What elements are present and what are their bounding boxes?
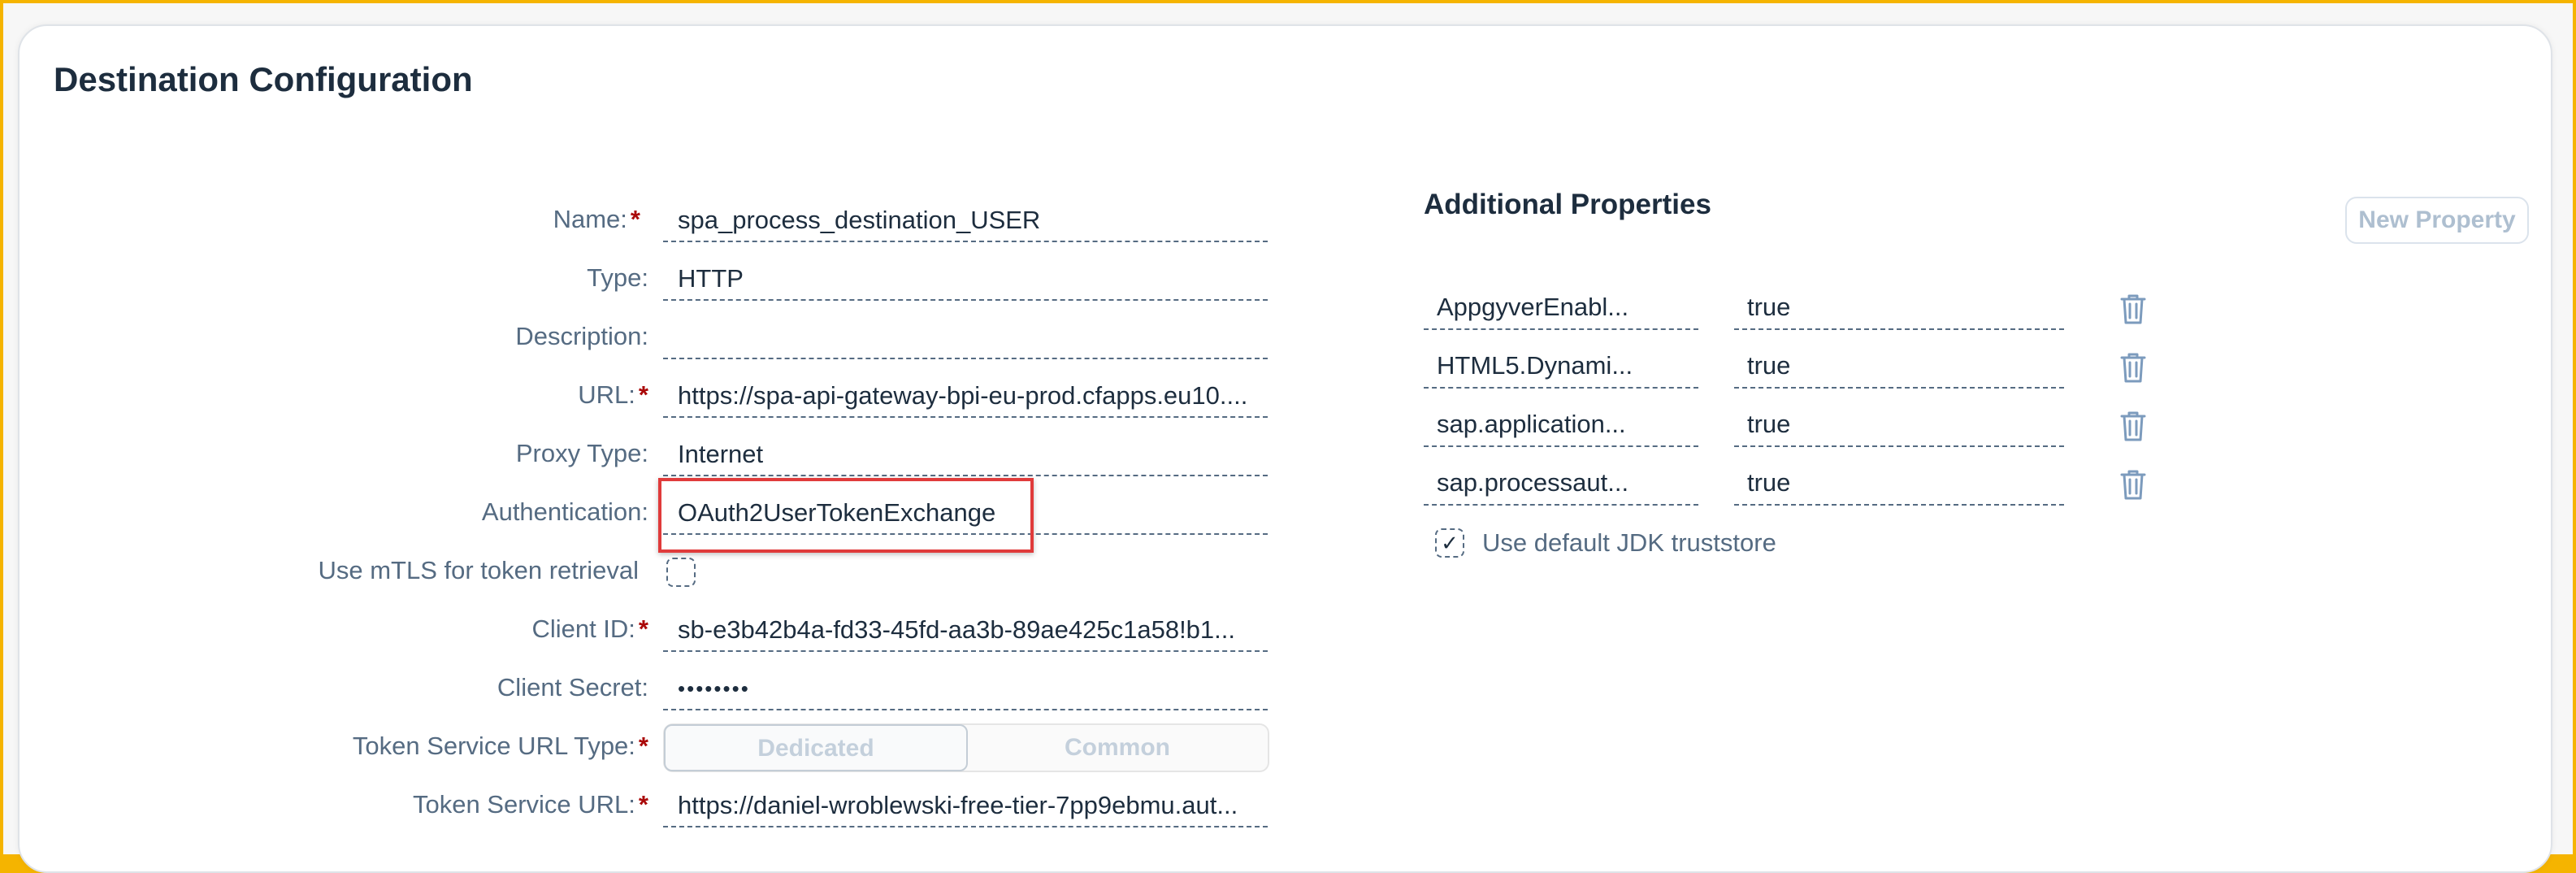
property-row: sap.processaut... true bbox=[0, 454, 2576, 512]
form-row-client-id: Client ID: * sb-e3b42b4a-fd33-45fd-aa3b-8… bbox=[0, 600, 1284, 658]
additional-properties-title: Additional Properties bbox=[1424, 189, 1711, 220]
property-row: AppgyverEnabl... true bbox=[0, 278, 2576, 337]
property-row: sap.application... true bbox=[0, 395, 2576, 454]
form-row-client-secret: Client Secret: •••••••• bbox=[0, 658, 1284, 717]
client-secret-field[interactable]: •••••••• bbox=[663, 667, 1268, 710]
mtls-checkbox[interactable] bbox=[666, 558, 696, 587]
form-row-name: Name: * spa_process_destination_USER bbox=[0, 190, 1284, 249]
mtls-label: Use mTLS for token retrieval bbox=[318, 556, 639, 584]
form-row-mtls: Use mTLS for token retrieval bbox=[0, 541, 1284, 600]
use-default-jdk-checkbox[interactable]: ✓ bbox=[1435, 528, 1464, 558]
name-field[interactable]: spa_process_destination_USER bbox=[663, 198, 1268, 242]
trash-icon[interactable] bbox=[2119, 410, 2147, 442]
token-service-url-type-toggle[interactable]: Dedicated Common bbox=[663, 723, 1269, 772]
trash-icon[interactable] bbox=[2119, 468, 2147, 501]
property-key-field[interactable]: AppgyverEnabl... bbox=[1424, 284, 1698, 330]
new-property-button[interactable]: New Property bbox=[2345, 197, 2529, 244]
property-value-field[interactable]: true bbox=[1734, 460, 2064, 506]
form-row-token-service-url: Token Service URL: * https://daniel-wrobl… bbox=[0, 775, 1284, 834]
trash-icon[interactable] bbox=[2119, 293, 2147, 325]
property-value-field[interactable]: true bbox=[1734, 284, 2064, 330]
property-value-field[interactable]: true bbox=[1734, 402, 2064, 447]
token-service-url-type-label: Token Service URL Type: * bbox=[352, 732, 648, 760]
property-key-field[interactable]: sap.application... bbox=[1424, 402, 1698, 447]
client-id-field[interactable]: sb-e3b42b4a-fd33-45fd-aa3b-89ae425c1a58!… bbox=[663, 608, 1268, 652]
form-row-token-service-url-type: Token Service URL Type: * Dedicated Commo… bbox=[0, 717, 1284, 775]
segment-common[interactable]: Common bbox=[967, 725, 1268, 771]
property-key-field[interactable]: sap.processaut... bbox=[1424, 460, 1698, 506]
client-secret-label: Client Secret: bbox=[497, 673, 648, 701]
property-row: HTML5.Dynami... true bbox=[0, 337, 2576, 395]
token-service-url-label: Token Service URL: * bbox=[412, 790, 648, 819]
client-id-label: Client ID: * bbox=[531, 615, 648, 643]
segment-dedicated[interactable]: Dedicated bbox=[664, 724, 968, 771]
property-value-field[interactable]: true bbox=[1734, 343, 2064, 389]
property-key-field[interactable]: HTML5.Dynami... bbox=[1424, 343, 1698, 389]
use-default-jdk-label: Use default JDK truststore bbox=[1482, 528, 1776, 557]
trash-icon[interactable] bbox=[2119, 351, 2147, 384]
name-label: Name: * bbox=[553, 205, 640, 233]
token-service-url-field[interactable]: https://daniel-wroblewski-free-tier-7pp9… bbox=[663, 784, 1268, 827]
page-title: Destination Configuration bbox=[54, 60, 473, 98]
